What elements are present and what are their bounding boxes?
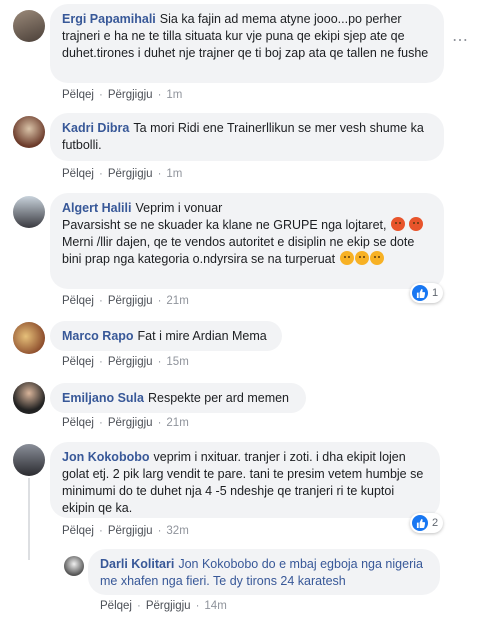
like-button[interactable]: Pëlqej bbox=[62, 168, 94, 180]
comment-time[interactable]: 15m bbox=[166, 356, 188, 368]
comment-actions: Pëlqej · Përgjigju · 1m bbox=[62, 89, 183, 101]
like-reaction-icon bbox=[412, 515, 428, 531]
avatar[interactable] bbox=[13, 196, 45, 228]
reactions-count[interactable]: 2 bbox=[410, 513, 444, 533]
reactions-count[interactable]: 1 bbox=[410, 283, 444, 303]
like-button[interactable]: Pëlqej bbox=[62, 417, 94, 429]
sad-emoji-icon bbox=[369, 251, 384, 265]
comment-bubble: Ergi Papamihali Sia ka fajin ad mema atyn… bbox=[50, 4, 444, 83]
like-button[interactable]: Pëlqej bbox=[62, 89, 94, 101]
comment-bubble: Emiljano Sula Respekte per ard memen bbox=[50, 383, 306, 413]
commenter-name[interactable]: Jon Kokobobo bbox=[62, 450, 150, 464]
comment-actions: Pëlqej · Përgjigju · 21m bbox=[62, 295, 189, 307]
comment-actions: Pëlqej · Përgjigju · 14m bbox=[100, 600, 227, 612]
comment-actions: Pëlqej · Përgjigju · 32m bbox=[62, 525, 189, 537]
comment-time[interactable]: 21m bbox=[166, 295, 188, 307]
avatar[interactable] bbox=[13, 444, 45, 476]
reply-button[interactable]: Përgjigju bbox=[108, 295, 153, 307]
commenter-name[interactable]: Marco Rapo bbox=[62, 329, 134, 343]
reply-button[interactable]: Përgjigju bbox=[108, 89, 153, 101]
like-button[interactable]: Pëlqej bbox=[62, 525, 94, 537]
like-button[interactable]: Pëlqej bbox=[62, 295, 94, 307]
angry-emoji-icon bbox=[390, 217, 405, 231]
reply-button[interactable]: Përgjigju bbox=[108, 168, 153, 180]
commenter-name[interactable]: Algert Halili bbox=[62, 201, 131, 215]
comment-text: Fat i mire Ardian Mema bbox=[137, 329, 267, 343]
comment-text-line2: Pavarsisht se ne skuader ka klane ne GRU… bbox=[62, 218, 387, 232]
avatar[interactable] bbox=[13, 382, 45, 414]
comment-bubble: Marco Rapo Fat i mire Ardian Mema bbox=[50, 321, 282, 351]
like-reaction-icon bbox=[412, 285, 428, 301]
like-button[interactable]: Pëlqej bbox=[100, 600, 132, 612]
comment-actions: Pëlqej · Përgjigju · 21m bbox=[62, 417, 189, 429]
comment-time[interactable]: 32m bbox=[166, 525, 188, 537]
commenter-name[interactable]: Emiljano Sula bbox=[62, 391, 144, 405]
comment-time[interactable]: 1m bbox=[166, 168, 182, 180]
comment-text: Respekte per ard memen bbox=[147, 391, 290, 405]
sad-emoji-icon bbox=[339, 251, 354, 265]
comment-bubble: Algert Halili Veprim i vonuar Pavarsisht … bbox=[50, 193, 444, 289]
commenter-name[interactable]: Darli Kolitari bbox=[100, 557, 174, 571]
commenter-name[interactable]: Ergi Papamihali bbox=[62, 12, 156, 26]
reply-button[interactable]: Përgjigju bbox=[108, 525, 153, 537]
reactions-number: 1 bbox=[432, 287, 439, 299]
comment-time[interactable]: 14m bbox=[204, 600, 226, 612]
avatar[interactable] bbox=[13, 10, 45, 42]
reply-thread-line bbox=[28, 478, 30, 560]
reply-button[interactable]: Përgjigju bbox=[108, 417, 153, 429]
avatar[interactable] bbox=[64, 556, 84, 576]
comment-bubble: Jon Kokobobo veprim i nxituar. tranjer i … bbox=[50, 442, 440, 518]
reply-button[interactable]: Përgjigju bbox=[108, 356, 153, 368]
reactions-number: 2 bbox=[432, 517, 439, 529]
like-button[interactable]: Pëlqej bbox=[62, 356, 94, 368]
avatar[interactable] bbox=[13, 116, 45, 148]
angry-emoji-icon bbox=[409, 217, 424, 231]
more-options-icon[interactable]: ⋯ bbox=[452, 30, 469, 50]
commenter-name[interactable]: Kadri Dibra bbox=[62, 121, 129, 135]
comment-bubble: Kadri Dibra Ta mori Ridi ene Trainerlliku… bbox=[50, 113, 444, 161]
reply-button[interactable]: Përgjigju bbox=[146, 600, 191, 612]
sad-emoji-icon bbox=[354, 251, 369, 265]
avatar[interactable] bbox=[13, 322, 45, 354]
comment-time[interactable]: 21m bbox=[166, 417, 188, 429]
comment-actions: Pëlqej · Përgjigju · 1m bbox=[62, 168, 183, 180]
comment-actions: Pëlqej · Përgjigju · 15m bbox=[62, 356, 189, 368]
comment-bubble: Darli Kolitari Jon Kokobobo do e mbaj egb… bbox=[88, 549, 440, 595]
comment-text: Veprim i vonuar bbox=[135, 201, 223, 215]
comment-time[interactable]: 1m bbox=[166, 89, 182, 101]
